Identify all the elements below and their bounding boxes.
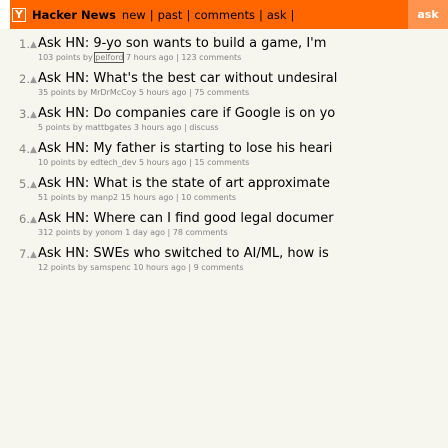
nav-separator: | <box>258 7 263 22</box>
story-item: 5. ▲ Ask HN: What is the state of art ap… <box>0 176 448 211</box>
story-comments[interactable]: 10 comments <box>181 193 236 202</box>
ask-tab[interactable]: ask <box>408 0 448 29</box>
story-item: 4. ▲ Ask HN: My father is starting to lo… <box>0 141 448 176</box>
story-comments[interactable]: 9 comments <box>194 263 244 272</box>
story-rank: 4. <box>19 142 30 156</box>
story-user[interactable]: samspenc <box>90 263 131 272</box>
story-points: 5 points <box>38 123 71 132</box>
story-rank: 2. <box>19 72 30 86</box>
upvote-icon[interactable]: ▲ <box>30 215 37 225</box>
story-subtext: 10 points by edtech_dev 5 hours ago | 15… <box>38 158 250 167</box>
story-subtext: 51 points by manp2 15 hours ago | 10 com… <box>38 193 237 202</box>
story-age[interactable]: 10 hours ago <box>133 263 186 272</box>
upvote-icon[interactable]: ▲ <box>30 110 37 120</box>
story-title[interactable]: Ask HN: What is the state of art approxi… <box>38 176 330 191</box>
story-points: 10 points <box>38 158 76 167</box>
y-logo-icon[interactable]: Y <box>12 7 26 22</box>
story-user[interactable]: yonom <box>95 228 122 237</box>
story-comments[interactable]: 15 comments <box>194 158 249 167</box>
story-points: 51 points <box>38 193 76 202</box>
brand-link[interactable]: Hacker News <box>32 8 116 22</box>
story-rank: 1. <box>19 37 30 51</box>
navbar: Y Hacker News new | past | comments | as… <box>10 0 448 29</box>
story-subtext: 35 points by MrDrMcCoy 5 hours ago | 75 … <box>38 88 250 97</box>
story-rank: 7. <box>19 247 30 261</box>
upvote-icon[interactable]: ▲ <box>30 180 37 190</box>
story-user[interactable]: manp2 <box>90 193 118 202</box>
story-title[interactable]: Ask HN: Where can I find good legal docu… <box>38 211 334 226</box>
story-subtext: 12 points by samspenc 10 hours ago | 9 c… <box>38 263 244 272</box>
story-rank: 3. <box>19 107 30 121</box>
nav-link-past[interactable]: past <box>158 8 183 22</box>
story-item: 2. ▲ Ask HN: What's the best car without… <box>0 71 448 106</box>
story-points: 35 points <box>38 88 76 97</box>
nav-link-comments[interactable]: comments <box>194 8 255 22</box>
upvote-icon[interactable]: ▲ <box>30 250 37 260</box>
story-item: 7. ▲ Ask HN: SWEs who switched to AI/ML,… <box>0 246 448 281</box>
story-rank: 6. <box>19 212 30 226</box>
top-bar: Y Hacker News new | past | comments | as… <box>0 0 448 29</box>
story-item: 6. ▲ Ask HN: Where can I find good legal… <box>0 211 448 246</box>
story-user[interactable]: pelford <box>94 52 125 63</box>
story-user[interactable]: edtech_dev <box>90 158 136 167</box>
story-title[interactable]: Ask HN: My father is starting to lose hi… <box>38 141 332 156</box>
story-comments[interactable]: 78 comments <box>173 228 228 237</box>
story-age[interactable]: 7 hours ago <box>126 53 174 62</box>
story-comments[interactable]: 123 comments <box>181 53 241 62</box>
story-title[interactable]: Ask HN: SWEs who switched to AI/ML, how … <box>38 246 329 261</box>
story-points: 103 points <box>38 53 81 62</box>
story-rank: 5. <box>19 177 30 191</box>
story-subtext: 103 points by pelford 7 hours ago | 123 … <box>38 52 242 63</box>
story-age[interactable]: 15 hours ago <box>121 193 174 202</box>
story-points: 12 points <box>38 263 76 272</box>
story-subtext: 312 points by yonom 1 day ago | 78 comme… <box>38 228 228 237</box>
nav-link-ask[interactable]: ask <box>267 8 287 22</box>
story-comments[interactable]: discuss <box>189 123 218 132</box>
story-subtext: 5 points by mattbgates 3 hours ago | dis… <box>38 123 219 132</box>
story-title[interactable]: Ask HN: Do companies care if Google is o… <box>38 106 335 121</box>
story-age[interactable]: 3 hours ago <box>134 123 182 132</box>
story-user[interactable]: mattbgates <box>85 123 131 132</box>
nav-link-new[interactable]: new <box>122 8 146 22</box>
nav-separator: | <box>186 7 191 22</box>
story-title[interactable]: Ask HN: What's the best car without unde… <box>38 71 337 86</box>
story-age[interactable]: 5 hours ago <box>139 88 187 97</box>
nav-separator: | <box>290 7 295 22</box>
story-list: 1. ▲ Ask HN: 9-yo son wants to build a g… <box>0 36 448 281</box>
story-user[interactable]: MrDrMcCoy <box>90 88 136 97</box>
story-age[interactable]: 1 day ago <box>125 228 165 237</box>
story-title[interactable]: Ask HN: 9-yo son wants to build a game, … <box>38 36 326 51</box>
nav-separator: | <box>149 7 154 22</box>
story-comments[interactable]: 75 comments <box>194 88 249 97</box>
upvote-icon[interactable]: ▲ <box>30 40 37 50</box>
story-age[interactable]: 5 hours ago <box>139 158 187 167</box>
story-item: 3. ▲ Ask HN: Do companies care if Google… <box>0 106 448 141</box>
upvote-icon[interactable]: ▲ <box>30 75 37 85</box>
story-item: 1. ▲ Ask HN: 9-yo son wants to build a g… <box>0 36 448 71</box>
story-points: 312 points <box>38 228 81 237</box>
upvote-icon[interactable]: ▲ <box>30 145 37 155</box>
